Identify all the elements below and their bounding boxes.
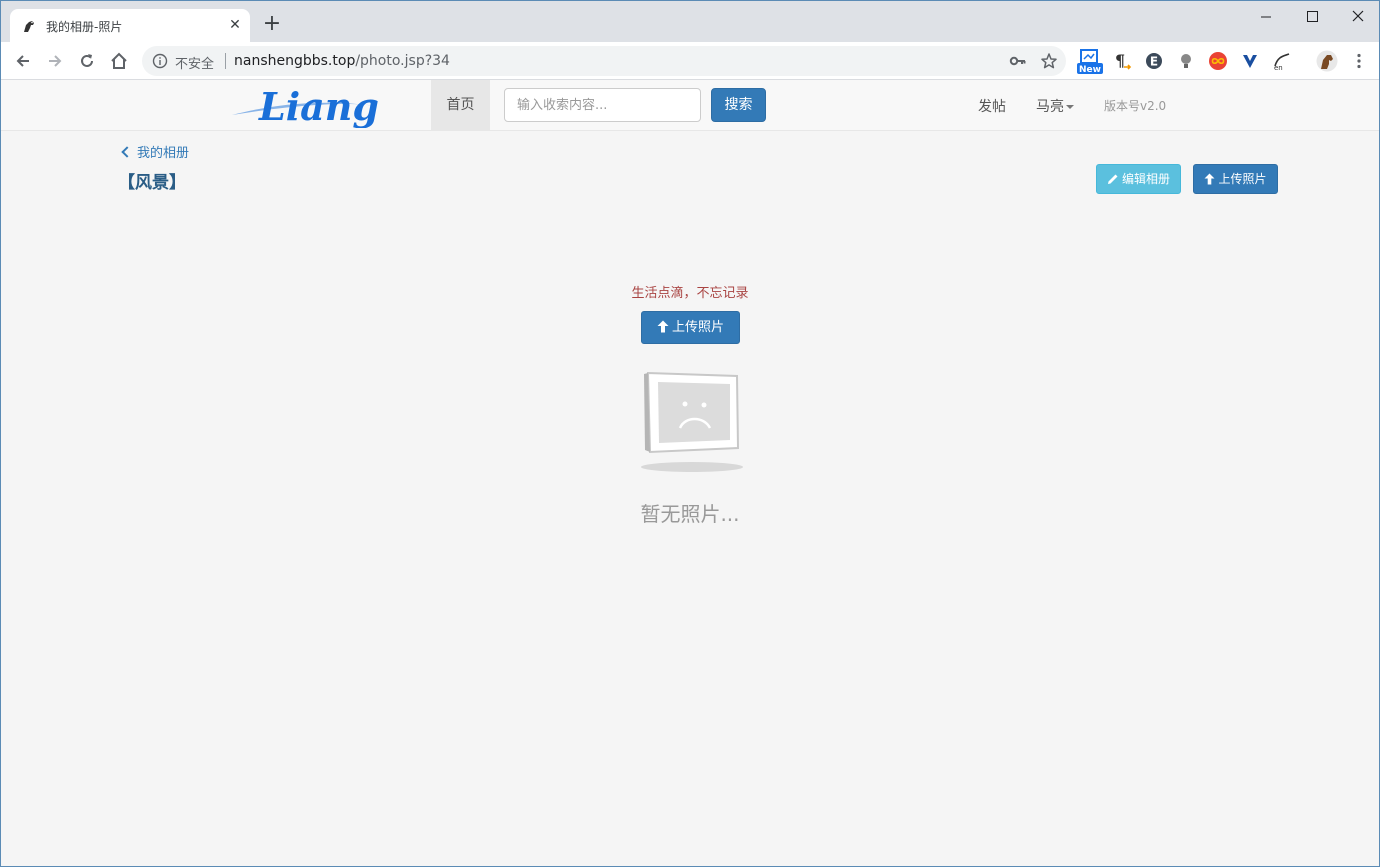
security-label: 不安全 (175, 57, 215, 72)
album-title: 【风景】 (118, 173, 186, 193)
caret-down-icon (1066, 105, 1074, 109)
upload-photo-button-center[interactable]: 上传照片 (641, 311, 740, 344)
nav-post[interactable]: 发帖 (978, 96, 1006, 116)
forward-arrow-icon[interactable] (45, 51, 65, 71)
chevron-left-icon (121, 146, 133, 158)
upload-photo-button-top[interactable]: 上传照片 (1193, 164, 1278, 194)
upload-photo-label-center: 上传照片 (671, 320, 724, 335)
svg-text:¶: ¶ (1115, 51, 1125, 70)
arrow-up-icon (1204, 173, 1215, 185)
browser-toolbar: 不安全 nanshengbbs.top/photo.jsp?34 New ¶ E (1, 42, 1379, 80)
logo-text: Liang (258, 84, 379, 128)
svg-text:E: E (1150, 55, 1158, 69)
back-arrow-icon[interactable] (13, 51, 33, 71)
home-icon[interactable] (109, 51, 129, 71)
arrow-up-icon (657, 320, 669, 333)
maximize-icon[interactable] (1292, 5, 1332, 29)
nav-home[interactable]: 首页 (431, 80, 490, 130)
nav-user-dropdown[interactable]: 马亮 (1036, 96, 1074, 116)
version-label: 版本号v2.0 (1104, 99, 1167, 113)
reload-icon[interactable] (77, 51, 97, 71)
tab-title: 我的相册-照片 (46, 20, 123, 34)
url-path: /photo.jsp?34 (355, 53, 450, 69)
site-navbar: Liang 首页 搜索 发帖 马亮 版本号v2.0 (1, 80, 1379, 131)
infinity-extension-icon[interactable] (1208, 51, 1228, 71)
new-badge-text: New (1079, 65, 1101, 75)
new-tab-button[interactable]: + (260, 13, 284, 37)
translate-extension-icon[interactable]: en (1272, 51, 1292, 71)
search-button[interactable]: 搜索 (711, 88, 766, 122)
tab-active[interactable]: 我的相册-照片 ✕ (10, 9, 250, 42)
key-icon[interactable] (1009, 53, 1027, 69)
edit-album-button[interactable]: 编辑相册 (1096, 164, 1181, 194)
lightbulb-extension-icon[interactable] (1176, 51, 1196, 71)
edit-album-label: 编辑相册 (1121, 172, 1170, 186)
user-name: 马亮 (1036, 99, 1064, 115)
pencil-icon (1107, 174, 1118, 184)
search-input[interactable] (504, 88, 701, 122)
circle-e-extension-icon[interactable]: E (1144, 51, 1164, 71)
bookmark-star-icon[interactable] (1040, 52, 1058, 70)
url-host: nanshengbbs.top (234, 53, 356, 69)
profile-avatar-icon[interactable] (1316, 50, 1338, 72)
menu-dots-icon[interactable] (1349, 51, 1369, 71)
tab-bar: 我的相册-照片 ✕ + (1, 1, 1379, 42)
new-extension-icon[interactable]: New (1077, 48, 1103, 76)
upload-photo-label-top: 上传照片 (1218, 172, 1267, 186)
minimize-icon[interactable] (1246, 5, 1286, 29)
v-extension-icon[interactable] (1240, 51, 1260, 71)
omnibox-separator (225, 53, 226, 69)
empty-message: 暂无照片... (640, 502, 740, 526)
horse-favicon-icon (24, 21, 34, 32)
site-logo[interactable]: Liang (226, 84, 412, 128)
back-link-label: 我的相册 (137, 146, 190, 161)
tab-close-icon[interactable]: ✕ (226, 16, 244, 34)
svg-text:en: en (1274, 64, 1283, 71)
sad-picture-icon (641, 371, 743, 472)
url-text[interactable]: nanshengbbs.top/photo.jsp?34 (234, 53, 450, 69)
back-to-albums-link[interactable]: 我的相册 (121, 142, 189, 161)
empty-slogan: 生活点滴，不忘记录 (631, 286, 749, 301)
pilcrow-extension-icon[interactable]: ¶ (1112, 51, 1132, 71)
address-bar[interactable]: 不安全 nanshengbbs.top/photo.jsp?34 (142, 46, 1066, 76)
info-icon[interactable] (152, 53, 168, 69)
window-close-icon[interactable] (1338, 5, 1378, 29)
